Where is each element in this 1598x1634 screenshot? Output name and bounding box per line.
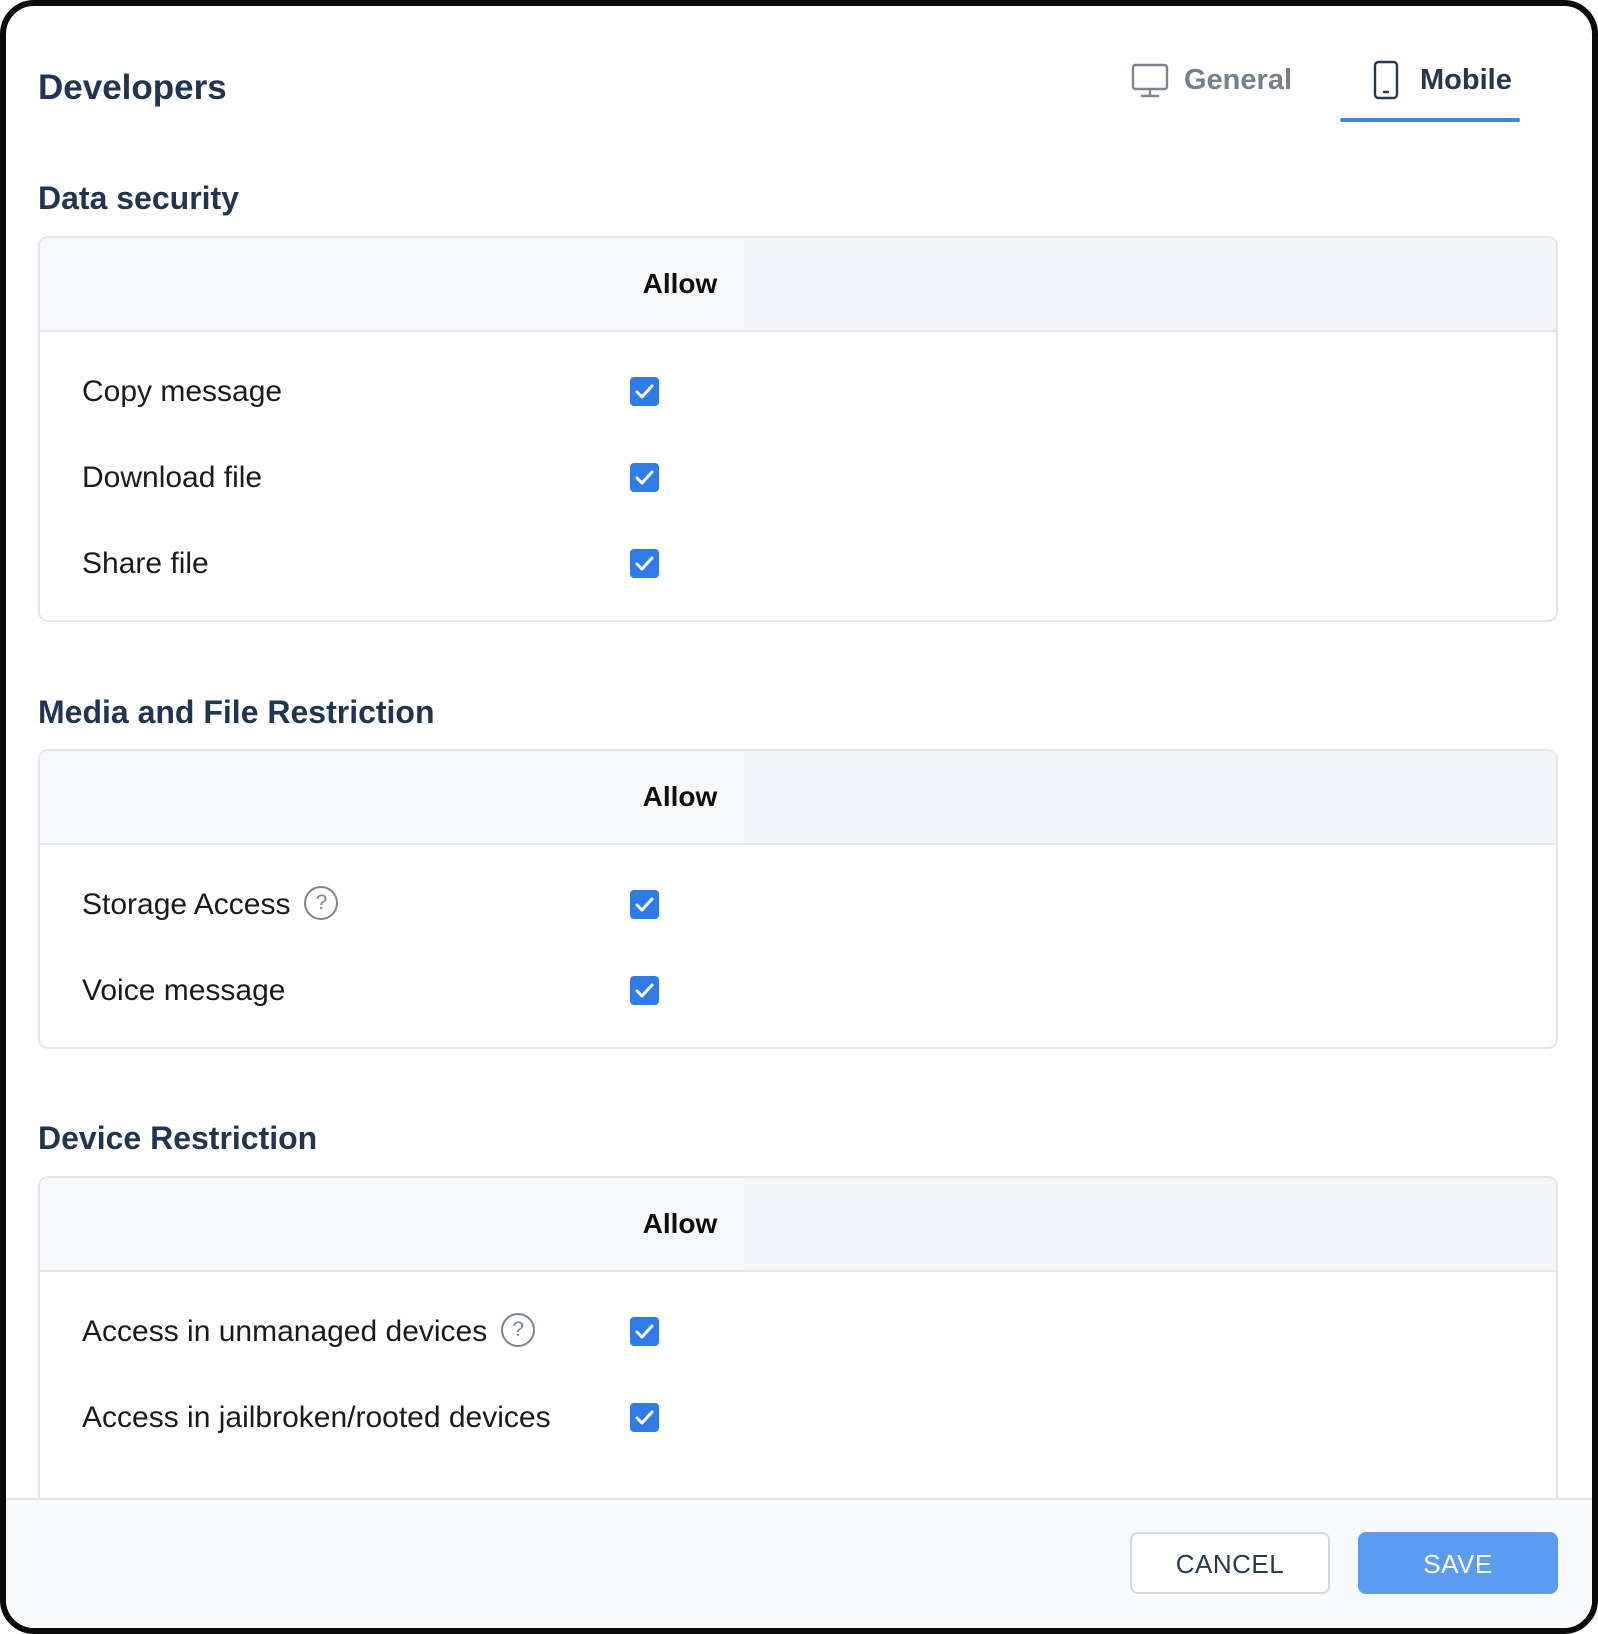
permission-row-share-file: Share file — [40, 534, 1556, 594]
storage-access-checkbox[interactable] — [630, 890, 659, 919]
permission-label-wrap: Storage Access? — [82, 875, 339, 935]
table-header: Allow — [40, 751, 1556, 845]
permission-label: Share file — [82, 547, 209, 580]
column-header-allow: Allow — [642, 268, 718, 299]
share-file-checkbox[interactable] — [630, 549, 659, 578]
header-shade — [744, 238, 1556, 330]
dialog-content[interactable]: Developers General Mobile Data security — [6, 6, 1592, 1506]
dialog-footer: CANCEL SAVE — [6, 1498, 1592, 1628]
checkmark-icon — [635, 384, 654, 399]
permission-label: Voice message — [82, 974, 286, 1007]
permission-label-wrap: Access in unmanaged devices? — [82, 1302, 536, 1362]
media-file-restriction-card: Allow Storage Access? Voice message — [38, 749, 1558, 1049]
monitor-icon — [1131, 63, 1169, 98]
data-security-card: Allow Copy message Download file Share f… — [38, 236, 1558, 622]
permission-label: Access in unmanaged devices — [82, 1315, 488, 1348]
page-title: Developers — [38, 68, 227, 107]
permission-row-copy-message: Copy message — [40, 362, 1556, 422]
dialog-header: Developers General Mobile — [6, 6, 1592, 136]
permission-row-jailbroken-devices: Access in jailbroken/rooted devices — [40, 1388, 1556, 1448]
checkmark-icon — [635, 470, 654, 485]
column-header-allow: Allow — [642, 781, 718, 812]
checkmark-icon — [635, 556, 654, 571]
table-header: Allow — [40, 238, 1556, 332]
checkmark-icon — [635, 897, 654, 912]
voice-message-checkbox[interactable] — [630, 976, 659, 1005]
download-file-checkbox[interactable] — [630, 463, 659, 492]
section-title-data-security: Data security — [38, 180, 239, 216]
header-shade — [744, 751, 1556, 843]
tab-general-label: General — [1184, 64, 1292, 96]
help-icon[interactable]: ? — [501, 1313, 536, 1348]
permission-label: Storage Access — [82, 888, 291, 921]
permission-label: Copy message — [82, 375, 283, 408]
section-title-device-restriction: Device Restriction — [38, 1120, 318, 1156]
developers-dialog: Developers General Mobile Data security — [0, 0, 1598, 1634]
permission-row-download-file: Download file — [40, 448, 1556, 508]
permission-label: Access in jailbroken/rooted devices — [82, 1401, 551, 1434]
save-button[interactable]: SAVE — [1358, 1532, 1558, 1594]
column-header-allow: Allow — [642, 1208, 718, 1239]
header-shade — [744, 1178, 1556, 1270]
tab-general[interactable]: General — [1130, 60, 1292, 126]
permission-row-voice-message: Voice message — [40, 961, 1556, 1021]
permission-row-storage-access: Storage Access? — [40, 875, 1556, 935]
copy-message-checkbox[interactable] — [630, 377, 659, 406]
checkmark-icon — [635, 1324, 654, 1339]
cancel-button[interactable]: CANCEL — [1130, 1532, 1330, 1594]
jailbroken-devices-checkbox[interactable] — [630, 1403, 659, 1432]
unmanaged-devices-checkbox[interactable] — [630, 1317, 659, 1346]
device-restriction-card: Allow Access in unmanaged devices? Acces… — [38, 1176, 1558, 1506]
checkmark-icon — [635, 1410, 654, 1425]
tab-mobile[interactable]: Mobile — [1366, 60, 1512, 126]
checkmark-icon — [635, 983, 654, 998]
help-icon[interactable]: ? — [304, 886, 339, 921]
active-tab-indicator — [1340, 118, 1520, 122]
mobile-phone-icon — [1373, 60, 1399, 100]
section-title-media-file-restriction: Media and File Restriction — [38, 694, 435, 730]
tab-mobile-label: Mobile — [1420, 64, 1512, 96]
table-header: Allow — [40, 1178, 1556, 1272]
permission-row-unmanaged-devices: Access in unmanaged devices? — [40, 1302, 1556, 1362]
permission-label: Download file — [82, 461, 263, 494]
